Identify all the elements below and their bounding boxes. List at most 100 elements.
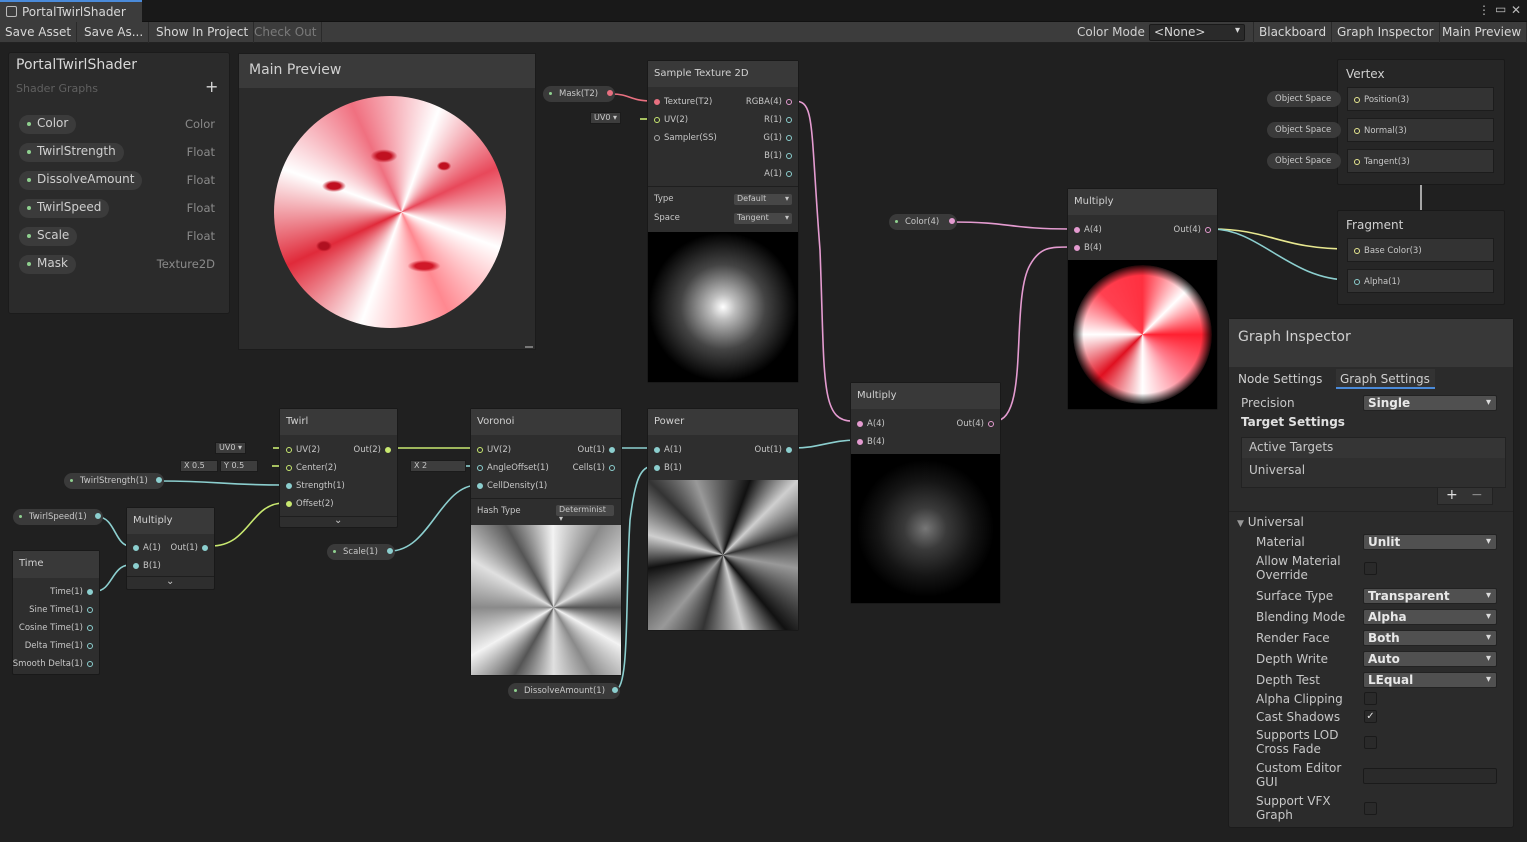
- input-port-a[interactable]: A(1): [129, 543, 161, 553]
- add-property-button[interactable]: +: [205, 77, 218, 96]
- mask-property-node[interactable]: Mask(T2): [543, 86, 615, 102]
- space-dropdown[interactable]: Tangent ▾: [734, 213, 792, 224]
- color-property-node[interactable]: Color(4): [889, 214, 957, 230]
- input-port-uv[interactable]: UV(2): [282, 445, 320, 455]
- output-port-cosine-time[interactable]: Cosine Time(1): [19, 623, 97, 633]
- fragment-block[interactable]: Fragment Base Color(3) Alpha(1): [1337, 210, 1505, 305]
- input-port-a[interactable]: A(1): [650, 445, 682, 455]
- time-node[interactable]: Time Time(1) Sine Time(1) Cosine Time(1)…: [12, 550, 100, 675]
- output-port-out[interactable]: Out(2): [354, 445, 395, 455]
- output-port-b[interactable]: B(1): [764, 151, 796, 161]
- input-port-center[interactable]: Center(2): [282, 463, 337, 473]
- center-x-field[interactable]: X 0.5: [180, 460, 218, 472]
- custom-editor-gui-field[interactable]: [1363, 768, 1497, 784]
- uv0-dropdown[interactable]: UV0 ▾: [215, 442, 246, 454]
- depth-write-select[interactable]: Auto: [1363, 651, 1497, 667]
- multiply-node-mid[interactable]: Multiply A(4) B(4) Out(4): [850, 382, 1001, 604]
- output-port-rgba[interactable]: RGBA(4): [746, 97, 796, 107]
- output-port-sine-time[interactable]: Sine Time(1): [29, 605, 97, 615]
- voronoi-node[interactable]: Voronoi UV(2) AngleOffset(1) CellDensity…: [470, 408, 622, 676]
- tab-node-settings[interactable]: Node Settings: [1238, 369, 1336, 389]
- input-port-angle-offset[interactable]: AngleOffset(1): [473, 463, 549, 473]
- vertex-block[interactable]: Vertex Position(3) Normal(3) Tangent(3): [1337, 59, 1505, 185]
- object-space-node[interactable]: Object Space: [1267, 122, 1341, 138]
- multiply-node-top[interactable]: Multiply A(4) B(4) Out(4): [1067, 188, 1218, 410]
- target-item-universal[interactable]: Universal: [1249, 463, 1305, 477]
- output-port-out[interactable]: Out(1): [755, 445, 796, 455]
- surface-type-select[interactable]: Transparent: [1363, 588, 1497, 604]
- precision-select[interactable]: Single: [1363, 395, 1497, 411]
- blending-mode-select[interactable]: Alpha: [1363, 609, 1497, 625]
- property-scale[interactable]: Scale: [19, 227, 78, 246]
- power-node[interactable]: Power A(1) B(1) Out(1): [647, 408, 799, 631]
- remove-target-button[interactable]: −: [1471, 487, 1483, 503]
- property-color[interactable]: Color: [19, 115, 77, 134]
- input-port-a[interactable]: A(4): [1070, 225, 1102, 235]
- property-dissolve-amount[interactable]: DissolveAmount: [19, 171, 143, 190]
- multiply-node-small[interactable]: Multiply A(1) B(1) Out(1) ⌄: [126, 507, 215, 590]
- output-port-out[interactable]: Out(1): [171, 543, 212, 553]
- port-dot-icon[interactable]: [612, 687, 618, 693]
- input-port-cell-density[interactable]: CellDensity(1): [473, 481, 547, 491]
- dissolve-amount-property-node[interactable]: DissolveAmount(1): [508, 683, 620, 699]
- input-port-uv[interactable]: UV(2): [473, 445, 511, 455]
- twirl-strength-property-node[interactable]: TwirlStrength(1): [64, 473, 164, 489]
- port-dot-icon[interactable]: [156, 477, 162, 483]
- output-port-g[interactable]: G(1): [763, 133, 796, 143]
- input-port-strength[interactable]: Strength(1): [282, 481, 345, 491]
- output-port-smooth-delta[interactable]: Smooth Delta(1): [13, 659, 97, 669]
- angle-offset-x-field[interactable]: X 2: [410, 460, 466, 472]
- port-dot-icon[interactable]: [387, 548, 393, 554]
- input-port-offset[interactable]: Offset(2): [282, 499, 334, 509]
- allow-material-override-checkbox[interactable]: [1364, 562, 1377, 575]
- universal-section-foldout[interactable]: ▼ Universal: [1237, 515, 1304, 529]
- uv0-dropdown[interactable]: UV0 ▾: [590, 112, 621, 124]
- output-port-time[interactable]: Time(1): [50, 587, 97, 597]
- fragment-base-color[interactable]: Base Color(3): [1347, 238, 1494, 262]
- property-twirl-strength[interactable]: TwirlStrength: [19, 143, 124, 162]
- render-face-select[interactable]: Both: [1363, 630, 1497, 646]
- object-space-node[interactable]: Object Space: [1267, 91, 1341, 107]
- port-dot-icon[interactable]: [95, 513, 101, 519]
- supports-lod-cross-fade-checkbox[interactable]: [1364, 736, 1377, 749]
- sample-texture-2d-node[interactable]: Sample Texture 2D Texture(T2) UV(2) Samp…: [647, 60, 799, 383]
- support-vfx-graph-checkbox[interactable]: [1364, 802, 1377, 815]
- property-mask[interactable]: Mask: [19, 255, 76, 274]
- output-port-out[interactable]: Out(4): [957, 419, 998, 429]
- input-port-b[interactable]: B(4): [1070, 243, 1102, 253]
- vertex-tangent[interactable]: Tangent(3): [1347, 149, 1494, 173]
- alpha-clipping-checkbox[interactable]: [1364, 692, 1377, 705]
- twirl-node[interactable]: Twirl UV(2) Center(2) Strength(1) Offset…: [279, 408, 398, 528]
- chevron-down-icon[interactable]: ⌄: [334, 515, 342, 526]
- vertex-position[interactable]: Position(3): [1347, 87, 1494, 111]
- output-port-delta-time[interactable]: Delta Time(1): [25, 641, 97, 651]
- input-port-b[interactable]: B(4): [853, 437, 885, 447]
- tab-graph-settings[interactable]: Graph Settings: [1336, 369, 1435, 389]
- property-twirl-speed[interactable]: TwirlSpeed: [19, 199, 110, 218]
- hash-type-dropdown[interactable]: Determinist ▾: [556, 505, 614, 523]
- cast-shadows-checkbox[interactable]: ✓: [1364, 710, 1377, 723]
- port-dot-icon[interactable]: [607, 90, 613, 96]
- resize-handle[interactable]: [525, 346, 533, 348]
- fragment-alpha[interactable]: Alpha(1): [1347, 269, 1494, 293]
- vertex-normal[interactable]: Normal(3): [1347, 118, 1494, 142]
- port-dot-icon[interactable]: [949, 218, 955, 224]
- input-port-sampler[interactable]: Sampler(SS): [650, 133, 717, 143]
- material-select[interactable]: Unlit: [1363, 534, 1497, 550]
- depth-test-select[interactable]: LEqual: [1363, 672, 1497, 688]
- scale-property-node[interactable]: Scale(1): [327, 544, 395, 560]
- input-port-texture[interactable]: Texture(T2): [650, 97, 712, 107]
- twirl-speed-property-node[interactable]: TwirlSpeed(1): [13, 509, 103, 525]
- chevron-down-icon[interactable]: ⌄: [166, 576, 174, 587]
- output-port-out[interactable]: Out(1): [578, 445, 619, 455]
- center-y-field[interactable]: Y 0.5: [220, 460, 258, 472]
- input-port-uv[interactable]: UV(2): [650, 115, 688, 125]
- input-port-a[interactable]: A(4): [853, 419, 885, 429]
- input-port-b[interactable]: B(1): [650, 463, 682, 473]
- output-port-out[interactable]: Out(4): [1174, 225, 1215, 235]
- output-port-r[interactable]: R(1): [764, 115, 796, 125]
- input-port-b[interactable]: B(1): [129, 561, 161, 571]
- object-space-node[interactable]: Object Space: [1267, 153, 1341, 169]
- output-port-cells[interactable]: Cells(1): [573, 463, 619, 473]
- output-port-a[interactable]: A(1): [764, 169, 796, 179]
